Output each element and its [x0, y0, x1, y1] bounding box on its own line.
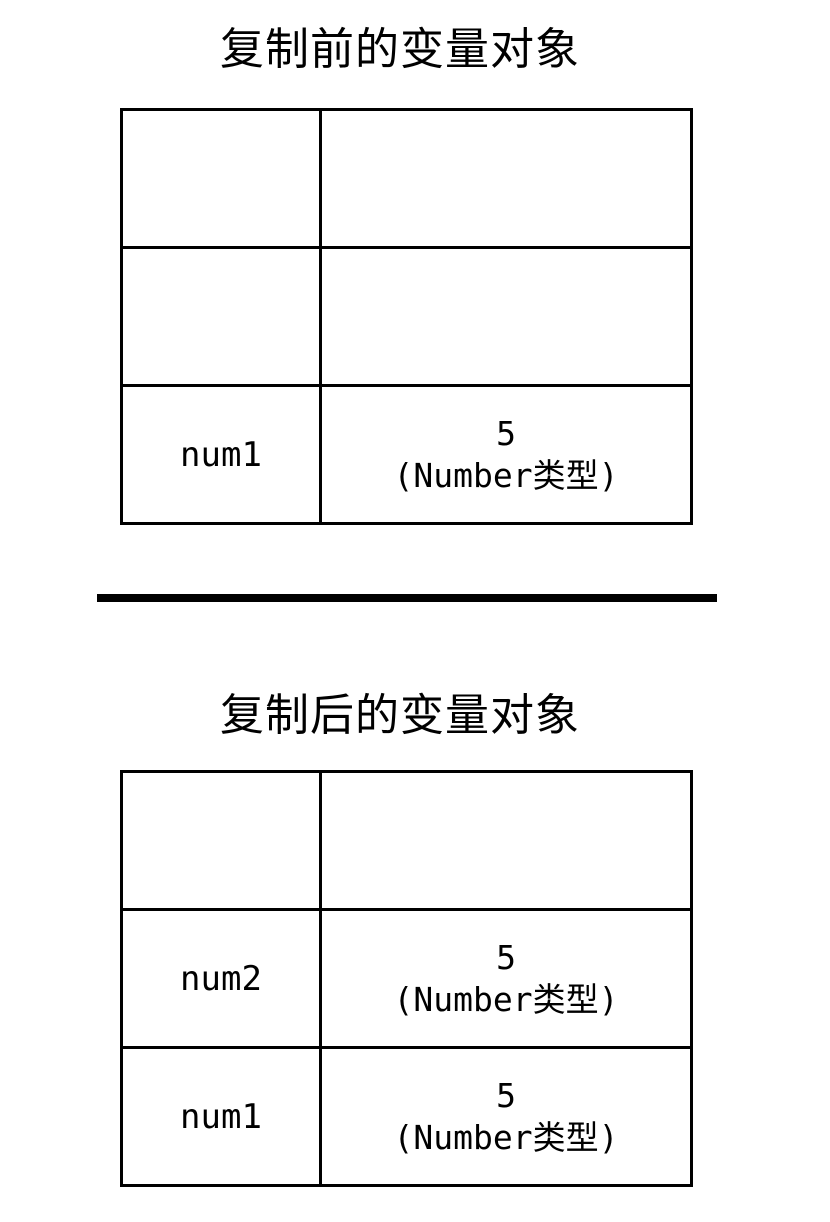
variable-value-cell: 5 (Number类型) — [319, 384, 693, 525]
table-row — [120, 108, 693, 249]
table-row: num1 5 (Number类型) — [120, 1046, 693, 1187]
after-variable-object-table: num2 5 (Number类型) num1 5 (Number类型) — [120, 770, 693, 1187]
variable-value-cell: 5 (Number类型) — [319, 908, 693, 1049]
variable-type: (Number类型) — [393, 1117, 619, 1157]
section-divider — [97, 594, 717, 602]
variable-name-cell — [120, 246, 322, 387]
variable-value-cell — [319, 770, 693, 911]
variable-value: 5 — [496, 937, 516, 977]
table-row — [120, 770, 693, 911]
before-variable-object-table: num1 5 (Number类型) — [120, 108, 693, 525]
before-title: 复制前的变量对象 — [220, 24, 580, 75]
variable-value: 5 — [496, 1075, 516, 1115]
after-title: 复制后的变量对象 — [220, 690, 580, 741]
variable-type: (Number类型) — [393, 455, 619, 495]
variable-name-cell — [120, 108, 322, 249]
variable-name: num1 — [180, 434, 262, 475]
table-row: num1 5 (Number类型) — [120, 384, 693, 525]
variable-value-cell: 5 (Number类型) — [319, 1046, 693, 1187]
variable-type: (Number类型) — [393, 979, 619, 1019]
variable-name: num1 — [180, 1096, 262, 1137]
table-row — [120, 246, 693, 387]
variable-value-cell — [319, 108, 693, 249]
variable-value-cell — [319, 246, 693, 387]
variable-name-cell: num1 — [120, 1046, 322, 1187]
variable-name-cell — [120, 770, 322, 911]
variable-name-cell: num1 — [120, 384, 322, 525]
table-row: num2 5 (Number类型) — [120, 908, 693, 1049]
variable-value: 5 — [496, 413, 516, 453]
variable-name: num2 — [180, 958, 262, 999]
variable-name-cell: num2 — [120, 908, 322, 1049]
